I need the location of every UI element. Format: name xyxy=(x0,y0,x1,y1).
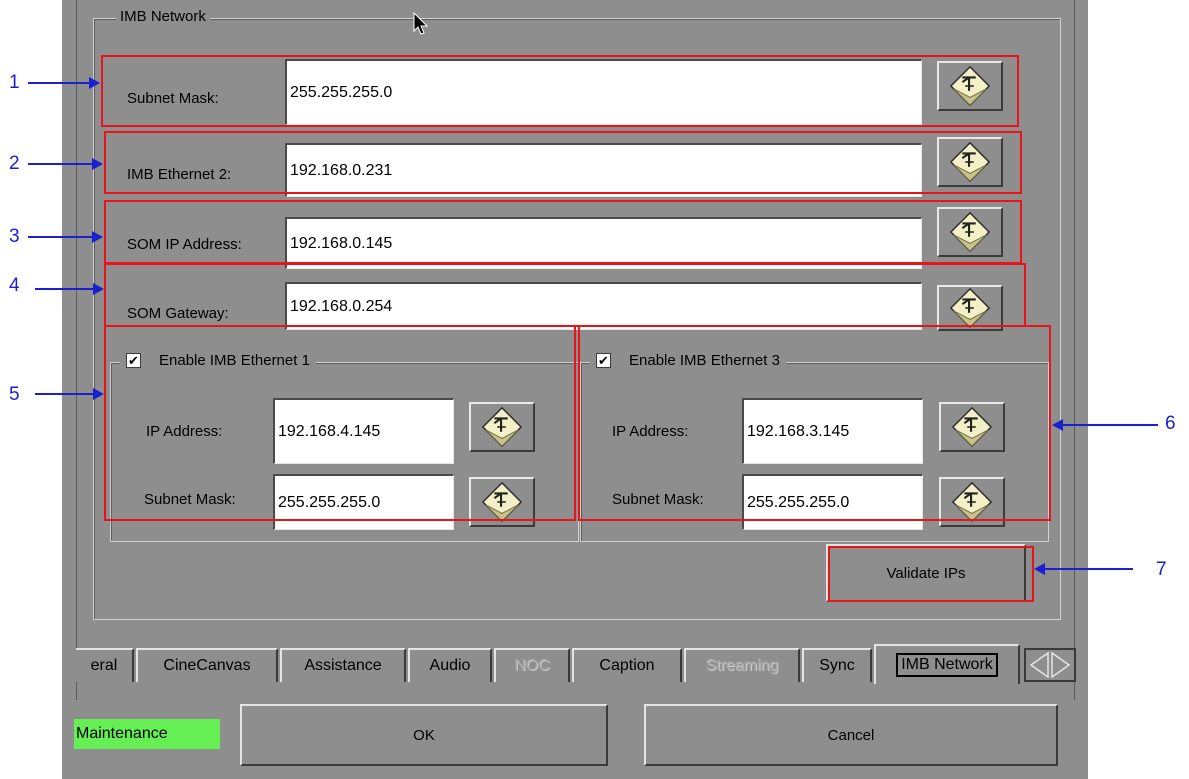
left-right-arrows-icon xyxy=(1029,651,1071,679)
window-edge-left xyxy=(76,0,77,700)
eth3-mask-label: Subnet Mask: xyxy=(612,491,704,508)
callout-7: 7 xyxy=(1156,559,1167,580)
callout-2: 2 xyxy=(9,153,20,174)
eth3-ip-label: IP Address: xyxy=(612,423,689,440)
imb-ethernet2-keyboard-button[interactable] xyxy=(937,137,1003,187)
eth1-mask-keyboard-button[interactable] xyxy=(469,477,535,527)
callout-7-arrow xyxy=(1034,563,1133,575)
validate-ips-button[interactable]: Validate IPs xyxy=(826,544,1026,602)
eth3-ip-input[interactable]: 192.168.3.145 xyxy=(742,398,923,464)
keyboard-icon xyxy=(949,211,991,253)
mouse-cursor-icon xyxy=(413,12,429,35)
tab-imb-network[interactable]: IMB Network xyxy=(874,644,1020,684)
imb-network-group-title: IMB Network xyxy=(116,8,210,25)
keyboard-icon xyxy=(481,481,523,523)
eth3-enable-checkbox[interactable]: ✔ xyxy=(596,353,611,368)
tab-general[interactable]: eral xyxy=(76,648,134,682)
som-ip-input[interactable]: 192.168.0.145 xyxy=(285,217,922,269)
tab-audio[interactable]: Audio xyxy=(408,648,492,682)
callout-6: 6 xyxy=(1165,413,1176,434)
eth1-enable-label: Enable IMB Ethernet 1 xyxy=(159,352,310,369)
keyboard-icon xyxy=(949,65,991,107)
eth3-mask-keyboard-button[interactable] xyxy=(939,477,1005,527)
tab-streaming: Streaming xyxy=(684,648,800,682)
tab-caption[interactable]: Caption xyxy=(572,648,682,682)
keyboard-icon xyxy=(951,481,993,523)
tab-sync[interactable]: Sync xyxy=(802,648,872,682)
callout-1-arrow xyxy=(28,77,100,89)
som-gateway-input[interactable]: 192.168.0.254 xyxy=(285,282,922,330)
maintenance-status-badge: Maintenance xyxy=(74,719,220,749)
tab-scroll-arrows[interactable] xyxy=(1024,648,1076,682)
keyboard-icon xyxy=(949,287,991,329)
callout-1: 1 xyxy=(9,72,20,93)
subnet-mask-label: Subnet Mask: xyxy=(127,90,219,107)
eth1-mask-input[interactable]: 255.255.255.0 xyxy=(273,474,454,530)
subnet-mask-keyboard-button[interactable] xyxy=(937,61,1003,111)
cancel-button[interactable]: Cancel xyxy=(644,704,1058,766)
window-edge-right xyxy=(1074,0,1075,700)
som-ip-keyboard-button[interactable] xyxy=(937,207,1003,257)
eth1-enable-checkbox[interactable]: ✔ xyxy=(126,353,141,368)
imb-ethernet2-label: IMB Ethernet 2: xyxy=(127,166,232,183)
keyboard-icon xyxy=(951,406,993,448)
eth3-enable-label: Enable IMB Ethernet 3 xyxy=(629,352,780,369)
eth1-ip-input[interactable]: 192.168.4.145 xyxy=(273,398,454,464)
keyboard-icon xyxy=(949,141,991,183)
eth3-mask-input[interactable]: 255.255.255.0 xyxy=(742,474,923,530)
callout-2-arrow xyxy=(28,158,103,170)
subnet-mask-input[interactable]: 255.255.255.0 xyxy=(285,59,922,125)
callout-3: 3 xyxy=(9,226,20,247)
eth1-ip-label: IP Address: xyxy=(146,423,223,440)
imb-ethernet2-input[interactable]: 192.168.0.231 xyxy=(285,143,922,197)
eth3-group-header: ✔ Enable IMB Ethernet 3 xyxy=(590,352,786,369)
callout-5-arrow xyxy=(35,388,104,400)
callout-4-arrow xyxy=(35,283,104,295)
callout-6-arrow xyxy=(1052,419,1158,431)
keyboard-icon xyxy=(481,406,523,448)
tab-noc: NOC xyxy=(494,648,570,682)
som-ip-label: SOM IP Address: xyxy=(127,236,242,253)
tab-assistance[interactable]: Assistance xyxy=(280,648,406,682)
callout-3-arrow xyxy=(28,231,103,243)
eth1-mask-label: Subnet Mask: xyxy=(144,491,236,508)
som-gateway-label: SOM Gateway: xyxy=(127,305,229,322)
callout-5: 5 xyxy=(9,384,20,405)
som-gateway-keyboard-button[interactable] xyxy=(937,285,1003,331)
eth3-ip-keyboard-button[interactable] xyxy=(939,402,1005,452)
eth1-ip-keyboard-button[interactable] xyxy=(469,402,535,452)
tab-cinecanvas[interactable]: CineCanvas xyxy=(136,648,278,682)
eth1-group-header: ✔ Enable IMB Ethernet 1 xyxy=(120,352,316,369)
callout-4: 4 xyxy=(9,275,20,296)
ok-button[interactable]: OK xyxy=(240,704,608,766)
